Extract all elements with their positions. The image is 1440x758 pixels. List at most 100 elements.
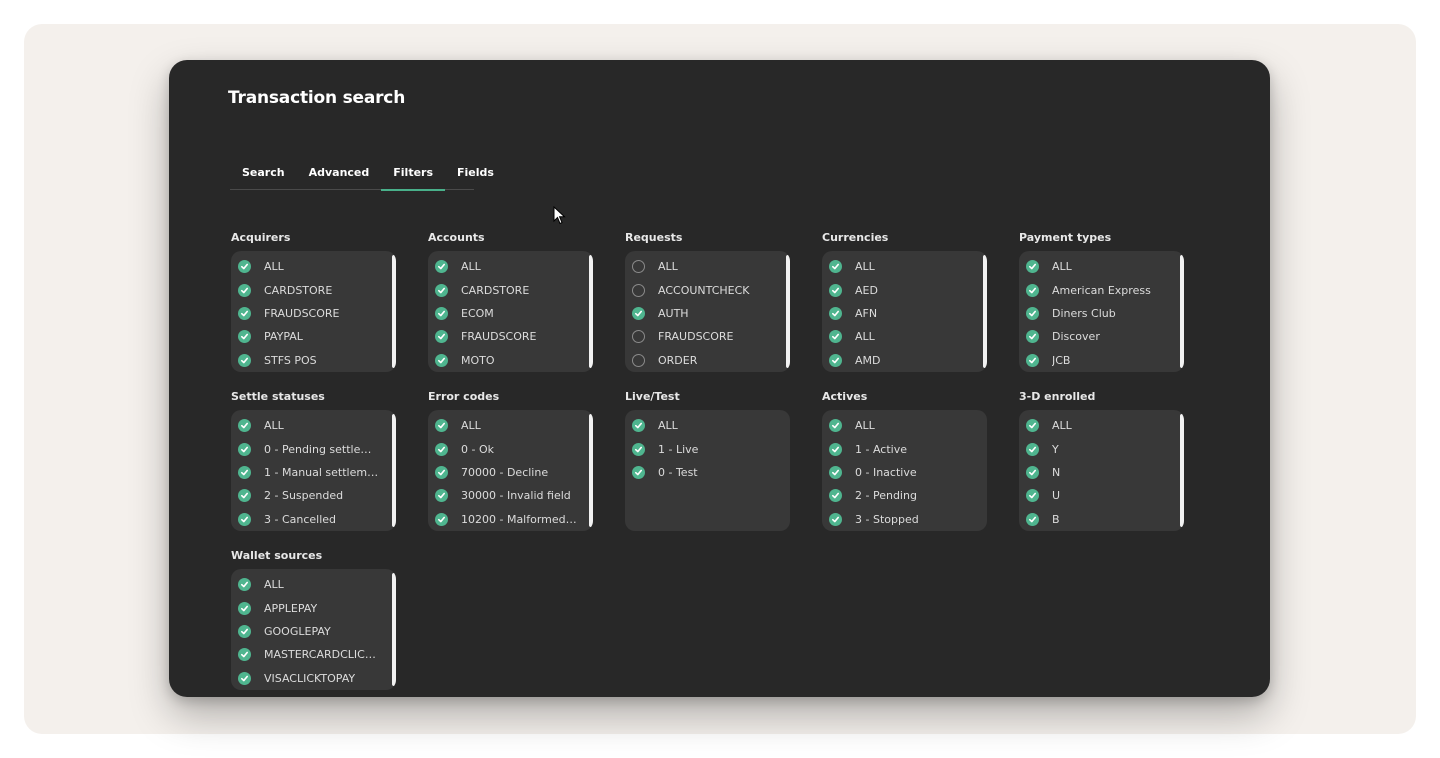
- checked-circle-icon[interactable]: [238, 489, 251, 503]
- filter-option[interactable]: FRAUDSCORE: [238, 302, 396, 325]
- filter-option[interactable]: ALL: [829, 414, 987, 437]
- filter-option[interactable]: ALL: [829, 255, 987, 278]
- checked-circle-icon[interactable]: [435, 512, 448, 526]
- unchecked-circle-icon[interactable]: [632, 330, 645, 344]
- filter-option[interactable]: ALL: [1026, 414, 1184, 437]
- unchecked-circle-icon[interactable]: [632, 283, 645, 297]
- filter-option[interactable]: ALL: [632, 255, 790, 278]
- filter-option[interactable]: APPLEPAY: [238, 596, 396, 619]
- filter-option[interactable]: 1 - Active: [829, 437, 987, 460]
- filter-option[interactable]: 3 - Cancelled: [238, 508, 396, 531]
- scrollbar[interactable]: [786, 255, 790, 368]
- filter-option[interactable]: AED: [829, 278, 987, 301]
- checked-circle-icon[interactable]: [435, 353, 448, 367]
- filter-option[interactable]: JCB: [1026, 349, 1184, 372]
- checked-circle-icon[interactable]: [829, 419, 842, 433]
- checked-circle-icon[interactable]: [829, 260, 842, 274]
- checked-circle-icon[interactable]: [632, 465, 645, 479]
- filter-option[interactable]: 2 - Suspended: [238, 484, 396, 507]
- checked-circle-icon[interactable]: [1026, 512, 1039, 526]
- checked-circle-icon[interactable]: [1026, 353, 1039, 367]
- checked-circle-icon[interactable]: [829, 353, 842, 367]
- filter-option[interactable]: ECOM: [435, 302, 593, 325]
- checked-circle-icon[interactable]: [435, 330, 448, 344]
- checked-circle-icon[interactable]: [435, 306, 448, 320]
- checked-circle-icon[interactable]: [829, 306, 842, 320]
- checked-circle-icon[interactable]: [238, 442, 251, 456]
- filter-option[interactable]: Discover: [1026, 325, 1184, 348]
- filter-option[interactable]: ALL: [435, 255, 593, 278]
- checked-circle-icon[interactable]: [829, 512, 842, 526]
- filter-option[interactable]: American Express: [1026, 278, 1184, 301]
- scrollbar[interactable]: [1180, 255, 1184, 368]
- unchecked-circle-icon[interactable]: [632, 260, 645, 274]
- checked-circle-icon[interactable]: [238, 601, 251, 615]
- checked-circle-icon[interactable]: [238, 465, 251, 479]
- scrollbar[interactable]: [589, 255, 593, 368]
- checked-circle-icon[interactable]: [238, 512, 251, 526]
- checked-circle-icon[interactable]: [435, 442, 448, 456]
- filter-option[interactable]: STFS POS: [238, 349, 396, 372]
- checked-circle-icon[interactable]: [435, 489, 448, 503]
- filter-option[interactable]: Diners Club: [1026, 302, 1184, 325]
- filter-option[interactable]: 1 - Live: [632, 437, 790, 460]
- scrollbar[interactable]: [392, 573, 396, 686]
- checked-circle-icon[interactable]: [435, 260, 448, 274]
- checked-circle-icon[interactable]: [238, 260, 251, 274]
- checked-circle-icon[interactable]: [1026, 330, 1039, 344]
- checked-circle-icon[interactable]: [238, 648, 251, 662]
- checked-circle-icon[interactable]: [632, 419, 645, 433]
- filter-option[interactable]: MASTERCARDCLICKT...: [238, 643, 396, 666]
- filter-option[interactable]: 0 - Ok: [435, 437, 593, 460]
- filter-option[interactable]: VISACLICKTOPAY: [238, 667, 396, 690]
- filter-option[interactable]: 0 - Inactive: [829, 461, 987, 484]
- checked-circle-icon[interactable]: [1026, 283, 1039, 297]
- checked-circle-icon[interactable]: [632, 306, 645, 320]
- filter-option[interactable]: 0 - Test: [632, 461, 790, 484]
- filter-option[interactable]: ALL: [632, 414, 790, 437]
- filter-option[interactable]: MOTO: [435, 349, 593, 372]
- checked-circle-icon[interactable]: [829, 465, 842, 479]
- filter-option[interactable]: AMD: [829, 349, 987, 372]
- filter-option[interactable]: ACCOUNTCHECK: [632, 278, 790, 301]
- checked-circle-icon[interactable]: [238, 578, 251, 592]
- checked-circle-icon[interactable]: [829, 489, 842, 503]
- checked-circle-icon[interactable]: [1026, 442, 1039, 456]
- filter-option[interactable]: 0 - Pending settlement: [238, 437, 396, 460]
- checked-circle-icon[interactable]: [829, 283, 842, 297]
- checked-circle-icon[interactable]: [435, 419, 448, 433]
- checked-circle-icon[interactable]: [238, 624, 251, 638]
- checked-circle-icon[interactable]: [238, 330, 251, 344]
- filter-option[interactable]: 3 - Stopped: [829, 508, 987, 531]
- scrollbar[interactable]: [392, 414, 396, 527]
- checked-circle-icon[interactable]: [1026, 465, 1039, 479]
- filter-option[interactable]: ALL: [238, 414, 396, 437]
- filter-option[interactable]: PAYPAL: [238, 325, 396, 348]
- checked-circle-icon[interactable]: [1026, 489, 1039, 503]
- checked-circle-icon[interactable]: [829, 330, 842, 344]
- filter-option[interactable]: B: [1026, 508, 1184, 531]
- scrollbar[interactable]: [1180, 414, 1184, 527]
- filter-option[interactable]: AUTH: [632, 302, 790, 325]
- checked-circle-icon[interactable]: [238, 283, 251, 297]
- filter-option[interactable]: Y: [1026, 437, 1184, 460]
- filter-option[interactable]: 10200 - Malformed X...: [435, 508, 593, 531]
- checked-circle-icon[interactable]: [435, 283, 448, 297]
- filter-option[interactable]: ALL: [829, 325, 987, 348]
- checked-circle-icon[interactable]: [1026, 419, 1039, 433]
- filter-option[interactable]: ALL: [238, 573, 396, 596]
- filter-option[interactable]: ORDER: [632, 349, 790, 372]
- checked-circle-icon[interactable]: [632, 442, 645, 456]
- filter-option[interactable]: U: [1026, 484, 1184, 507]
- filter-option[interactable]: 70000 - Decline: [435, 461, 593, 484]
- checked-circle-icon[interactable]: [1026, 260, 1039, 274]
- filter-option[interactable]: 30000 - Invalid field: [435, 484, 593, 507]
- filter-option[interactable]: N: [1026, 461, 1184, 484]
- checked-circle-icon[interactable]: [238, 419, 251, 433]
- tab-filters[interactable]: Filters: [381, 164, 445, 191]
- filter-option[interactable]: FRAUDSCORE: [435, 325, 593, 348]
- scrollbar[interactable]: [983, 255, 987, 368]
- checked-circle-icon[interactable]: [829, 442, 842, 456]
- checked-circle-icon[interactable]: [238, 306, 251, 320]
- checked-circle-icon[interactable]: [1026, 306, 1039, 320]
